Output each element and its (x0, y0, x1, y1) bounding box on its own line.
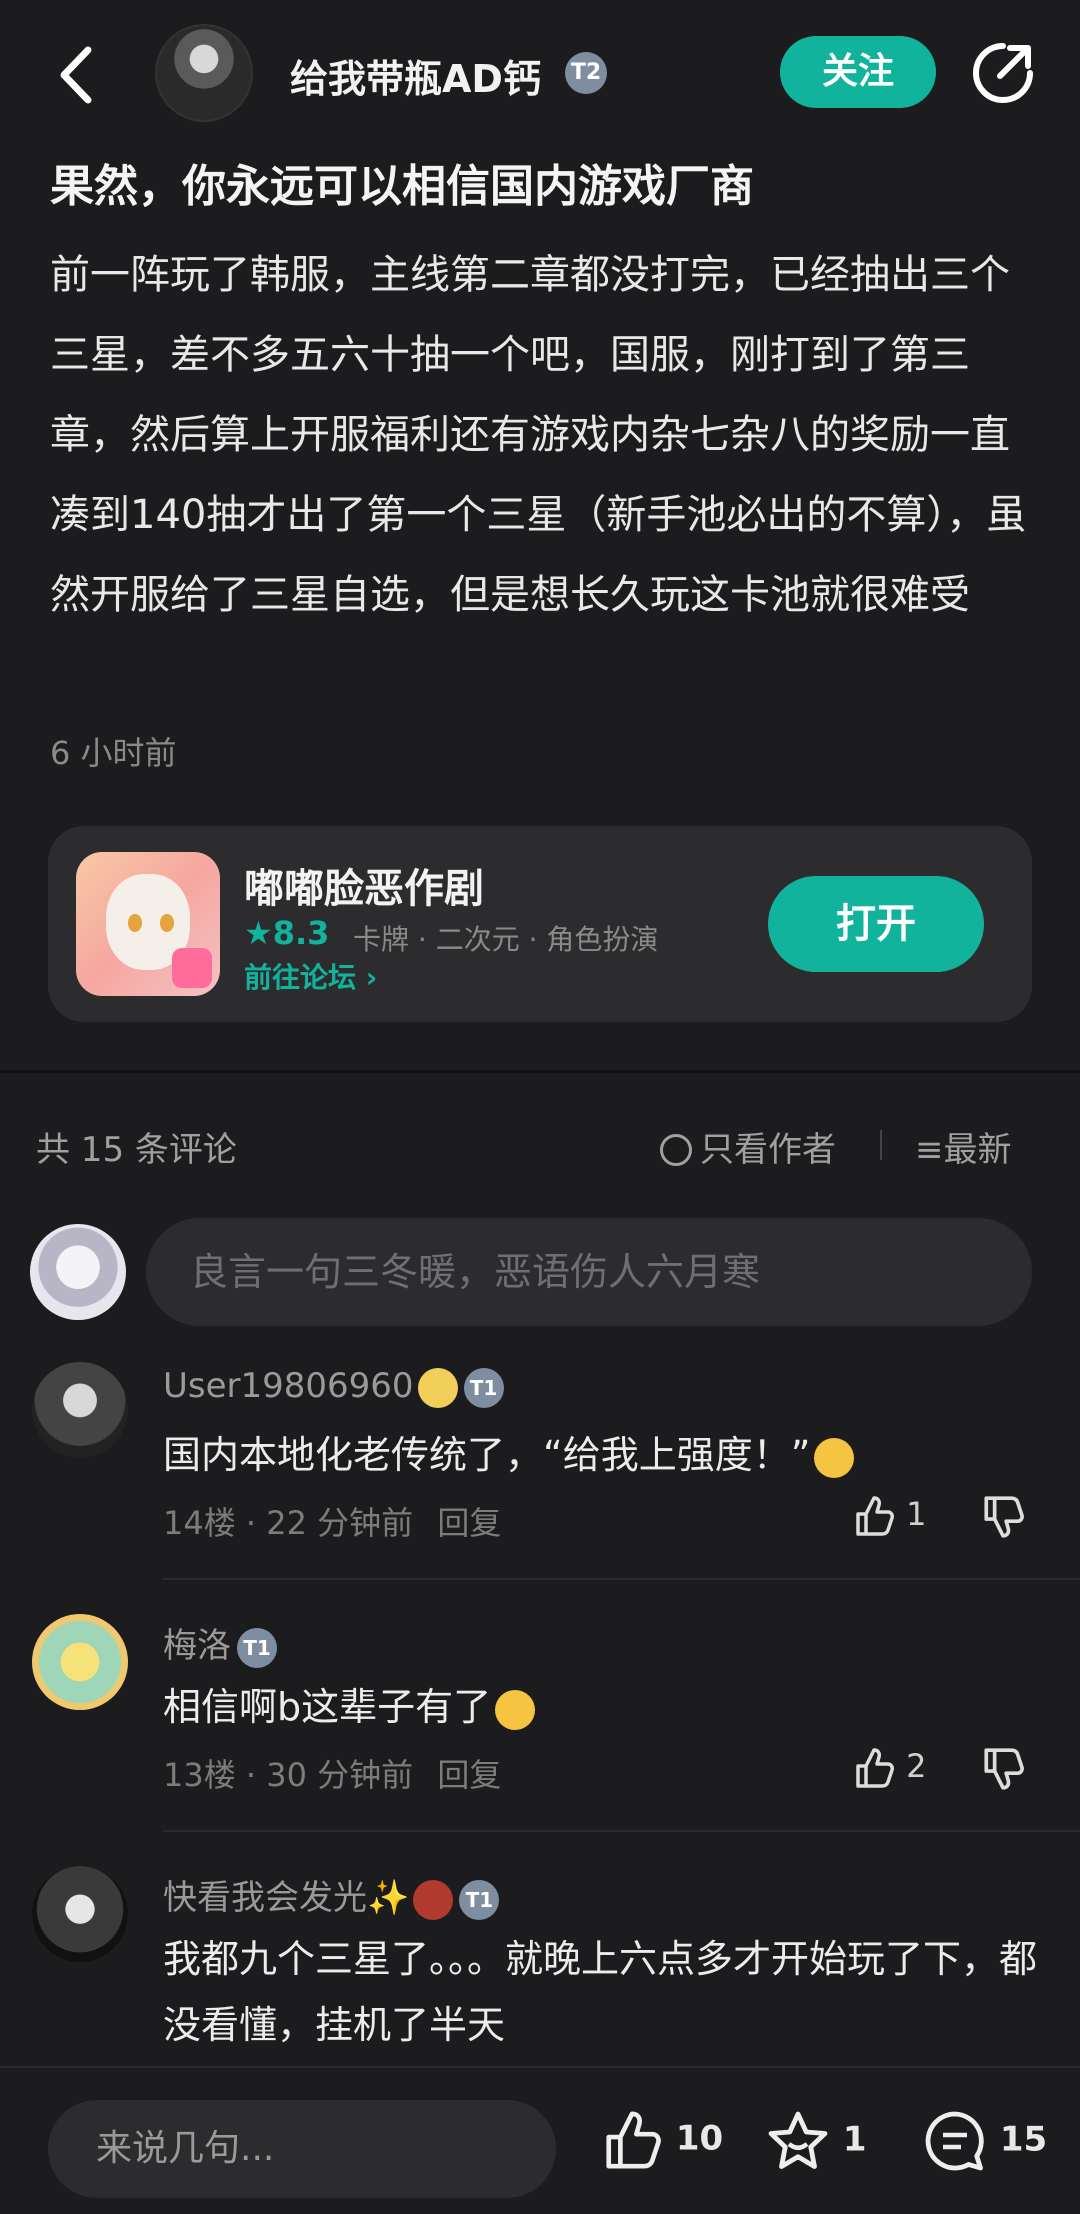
post-timestamp: 6 小时前 (50, 734, 177, 772)
reply-button[interactable]: 回复 (437, 1504, 501, 1542)
achievement-icon (413, 1879, 454, 1920)
commenter-name-text: User19806960 (163, 1366, 414, 1406)
reply-button[interactable]: 回复 (437, 1756, 501, 1794)
post-body: 前一阵玩了韩服，主线第二章都没打完，已经抽出三个三星，差不多五六十抽一个吧，国服… (50, 252, 1027, 618)
sort-icon: ≡ (915, 1130, 944, 1170)
comment-text: 我都九个三星了。。。就晚上六点多才开始玩了下，都没看懂，挂机了半天 (163, 1937, 1038, 2047)
comments-button[interactable]: 15 (922, 2108, 1047, 2174)
thumbs-up-icon (856, 1748, 894, 1788)
commenter-avatar[interactable] (32, 1614, 128, 1710)
author-only-toggle[interactable]: 只看作者 (660, 1122, 836, 1171)
favorite-count: 1 (842, 2119, 867, 2160)
radio-circle-icon (660, 1134, 692, 1166)
author-level-badge: T2 (565, 52, 607, 94)
user-level-badge: T1 (237, 1627, 277, 1668)
thumbs-down-icon[interactable] (980, 1494, 1026, 1540)
thumbs-up-icon (606, 2111, 661, 2169)
current-user-avatar (30, 1224, 126, 1320)
top-bar: 给我带瓶AD钙 T2 关注 (0, 0, 1080, 150)
comment-text-body: 相信啊b这辈子有了 (163, 1685, 492, 1729)
star-icon (768, 2111, 828, 2169)
commenter-name-text: 梅洛 (163, 1626, 231, 1666)
commenter-avatar[interactable] (32, 1362, 128, 1458)
commenter-avatar[interactable] (32, 1866, 128, 1962)
commenter-name[interactable]: 梅洛 T1 (163, 1618, 277, 1668)
comment-text-body: 国内本地化老传统了，“给我上强度！” (163, 1433, 811, 1477)
comment-input[interactable]: 良言一句三冬暖，恶语伤人六月寒 (146, 1218, 1032, 1326)
commenter-name[interactable]: User19806960 T1 (163, 1366, 504, 1408)
commenter-name-text: 快看我会发光✨ (163, 1878, 410, 1918)
forum-link[interactable]: 前往论坛 › (244, 956, 377, 996)
game-card[interactable]: 嘟嘟脸恶作剧 ★8.3 卡牌 · 二次元 · 角色扮演 前往论坛 › 打开 (48, 826, 1032, 1022)
game-rating-value: 8.3 (272, 914, 330, 952)
game-rating: ★8.3 (244, 914, 329, 952)
share-icon[interactable] (970, 40, 1036, 106)
comment-divider (163, 1578, 1080, 1580)
author-name[interactable]: 给我带瓶AD钙 (290, 48, 541, 103)
comment-count: 共 15 条评论 (36, 1130, 237, 1170)
forum-link-label: 前往论坛 (244, 961, 357, 994)
comment-meta: 14楼 · 22 分钟前 回复 (163, 1498, 501, 1544)
favorite-button[interactable]: 1 (765, 2108, 867, 2174)
follow-button[interactable]: 关注 (780, 36, 936, 108)
star-icon: ★ (244, 914, 273, 952)
sort-label: 最新 (943, 1130, 1012, 1170)
chevron-right-icon: › (365, 961, 378, 994)
filter-divider (880, 1130, 882, 1160)
like-count: 1 (906, 1495, 927, 1533)
emoji-icon (814, 1437, 855, 1478)
comment-text: 国内本地化老传统了，“给我上强度！” (163, 1422, 1043, 1488)
emoji-icon (495, 1689, 536, 1730)
game-name[interactable]: 嘟嘟脸恶作剧 (244, 856, 484, 914)
post-like-count: 10 (675, 2118, 724, 2159)
comment-meta: 13楼 · 30 分钟前 回复 (163, 1750, 501, 1796)
post-like-button[interactable]: 10 (600, 2108, 723, 2172)
comment-text: 相信啊b这辈子有了 (163, 1674, 1043, 1740)
commenter-name[interactable]: 快看我会发光✨ T1 (163, 1870, 500, 1920)
section-divider (0, 1070, 1080, 1073)
comment-divider (163, 1830, 1080, 1832)
sort-toggle[interactable]: ≡最新 (915, 1122, 1012, 1171)
like-count: 2 (906, 1747, 927, 1785)
open-game-button[interactable]: 打开 (768, 876, 984, 972)
game-app-icon[interactable] (76, 852, 220, 996)
back-arrow-icon[interactable] (52, 40, 102, 110)
author-avatar[interactable] (155, 24, 253, 122)
author-only-label: 只看作者 (700, 1130, 836, 1170)
bottom-action-bar: 来说几句... 10 1 15 (0, 2066, 1080, 2214)
comment-count-bottom: 15 (999, 2119, 1048, 2160)
comment-floor-time: 14楼 · 22 分钟前 (163, 1504, 414, 1542)
bilibili-logo-icon (172, 948, 212, 988)
post-title: 果然，你永远可以相信国内游戏厂商 (50, 161, 754, 212)
like-button[interactable]: 2 (852, 1746, 927, 1790)
user-level-badge: T1 (463, 1367, 504, 1408)
comment-floor-time: 13楼 · 30 分钟前 (163, 1756, 414, 1794)
like-button[interactable]: 1 (852, 1494, 927, 1538)
emoji-icon (417, 1367, 458, 1408)
user-level-badge: T1 (459, 1879, 500, 1920)
game-tags: 卡牌 · 二次元 · 角色扮演 (353, 923, 659, 956)
thumbs-down-icon[interactable] (980, 1746, 1026, 1792)
thumbs-up-icon (856, 1496, 894, 1536)
bottom-comment-input[interactable]: 来说几句... (48, 2100, 556, 2198)
comment-bubble-icon (925, 2111, 984, 2171)
